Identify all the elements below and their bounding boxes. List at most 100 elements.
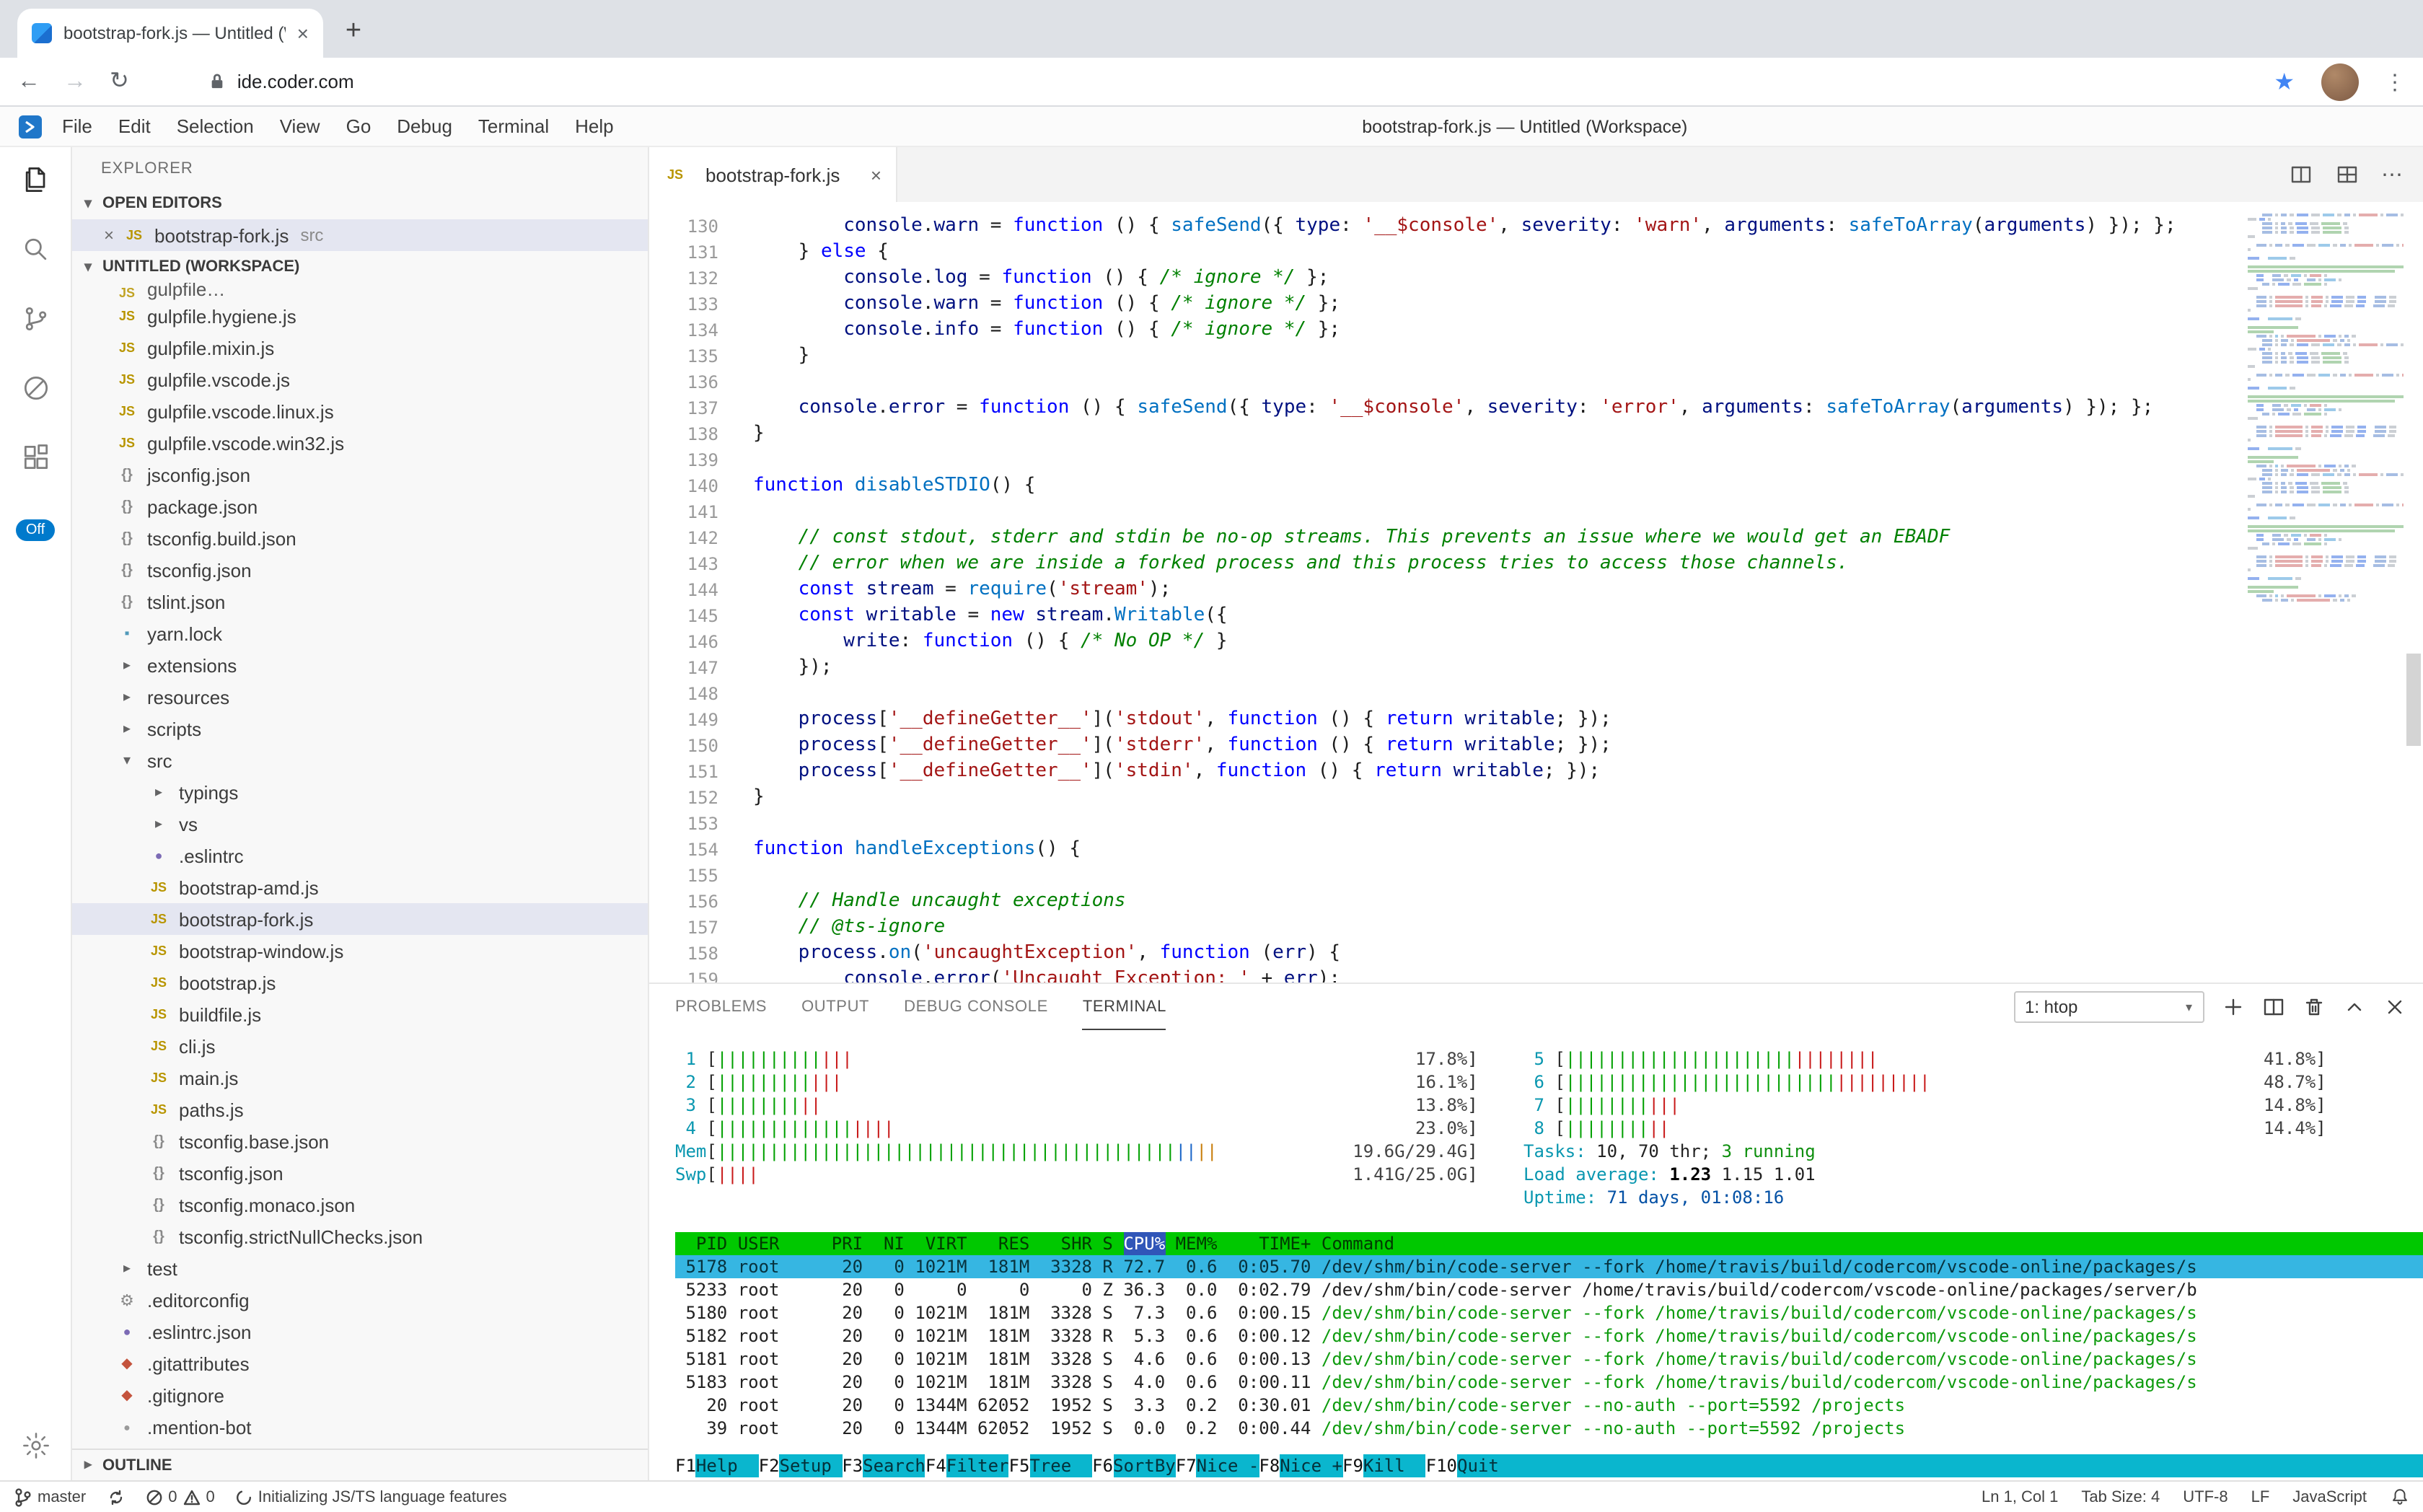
problems-item[interactable]: 0 0: [145, 1488, 215, 1506]
open-editor-item[interactable]: × JS bootstrap-fork.js src: [72, 219, 648, 251]
panel-tab-problems[interactable]: PROBLEMS: [675, 984, 767, 1030]
tree-item[interactable]: JSpaths.js: [72, 1094, 648, 1125]
outline-header[interactable]: ▸ OUTLINE: [72, 1449, 648, 1480]
layout-icon[interactable]: [2335, 163, 2358, 186]
code-editor[interactable]: 130 console.warn = function () { safeSen…: [649, 202, 2423, 983]
terminal-select[interactable]: 1: htop ▾: [2013, 991, 2204, 1023]
tree-item[interactable]: ●.eslintrc.json: [72, 1316, 648, 1348]
menu-view[interactable]: View: [267, 115, 333, 137]
off-badge[interactable]: Off: [16, 519, 55, 541]
avatar[interactable]: [2321, 63, 2358, 100]
editor-tab[interactable]: JS bootstrap-fork.js ×: [649, 147, 897, 202]
scrollbar-thumb[interactable]: [2406, 654, 2420, 746]
tree-item[interactable]: {}tsconfig.json: [72, 554, 648, 586]
tree-item[interactable]: ⚙.editorconfig: [72, 1284, 648, 1316]
tree-item[interactable]: ▸typings: [72, 776, 648, 808]
tree-item[interactable]: {}tsconfig.monaco.json: [72, 1189, 648, 1221]
sort-column-header[interactable]: CPU%: [1123, 1232, 1165, 1255]
tree-item[interactable]: ▸resources: [72, 681, 648, 713]
bell-icon[interactable]: [2390, 1487, 2409, 1506]
open-editors-header[interactable]: ▾ OPEN EDITORS: [72, 188, 648, 219]
tree-item[interactable]: JSmain.js: [72, 1062, 648, 1094]
tree-item[interactable]: JSgulpfile.mixin.js: [72, 332, 648, 364]
tree-item[interactable]: {}tsconfig.build.json: [72, 522, 648, 554]
tree-item[interactable]: JSgulpfile.hygiene.js: [72, 300, 648, 332]
status-message[interactable]: Initializing JS/TS language features: [235, 1488, 507, 1506]
workspace-header[interactable]: ▾ UNTITLED (WORKSPACE): [72, 251, 648, 283]
tree-item[interactable]: {}jsconfig.json: [72, 459, 648, 491]
line-number: 142: [649, 525, 718, 551]
new-tab-button[interactable]: +: [335, 13, 372, 50]
debug-icon[interactable]: [19, 372, 51, 404]
encoding[interactable]: UTF-8: [2183, 1488, 2228, 1506]
editor-scrollbar[interactable]: [2403, 214, 2423, 983]
tree-item[interactable]: JScli.js: [72, 1030, 648, 1062]
tree-item[interactable]: {}tslint.json: [72, 586, 648, 617]
tree-item[interactable]: ▪yarn.lock: [72, 617, 648, 649]
menu-help[interactable]: Help: [562, 115, 627, 137]
tree-item[interactable]: {}tsconfig.json: [72, 1157, 648, 1189]
extensions-icon[interactable]: [19, 441, 51, 473]
panel-tab-output[interactable]: OUTPUT: [801, 984, 869, 1030]
tree-item[interactable]: JSgulpfile.vscode.win32.js: [72, 427, 648, 459]
tree-item[interactable]: ▸vs: [72, 808, 648, 840]
browser-tab[interactable]: bootstrap-fork.js — Untitled (W ×: [17, 9, 323, 58]
tree-item[interactable]: ●.eslintrc: [72, 840, 648, 871]
tree-item[interactable]: JSgulpfile.vscode.linux.js: [72, 395, 648, 427]
menu-terminal[interactable]: Terminal: [465, 115, 562, 137]
new-terminal-icon[interactable]: [2221, 995, 2244, 1019]
tree-item[interactable]: ◆.gitignore: [72, 1379, 648, 1411]
cursor-position[interactable]: Ln 1, Col 1: [1982, 1488, 2058, 1506]
minimap[interactable]: [2241, 214, 2403, 983]
branch-item[interactable]: master: [14, 1487, 86, 1507]
menu-go[interactable]: Go: [333, 115, 384, 137]
maximize-panel-icon[interactable]: [2342, 995, 2365, 1019]
menu-edit[interactable]: Edit: [105, 115, 164, 137]
tree-item-label: gulpfile.vscode.js: [147, 369, 290, 390]
explorer-icon[interactable]: [19, 164, 51, 196]
tree-item[interactable]: JSbuildfile.js: [72, 998, 648, 1030]
bookmark-star-icon[interactable]: ★: [2274, 67, 2295, 96]
tree-item[interactable]: ▸test: [72, 1252, 648, 1284]
tab-close-icon[interactable]: ×: [297, 22, 309, 45]
close-panel-icon[interactable]: [2383, 995, 2406, 1019]
menu-file[interactable]: File: [49, 115, 105, 137]
source-control-icon[interactable]: [19, 303, 51, 335]
menu-debug[interactable]: Debug: [384, 115, 465, 137]
url-bar[interactable]: ide.coder.com: [210, 71, 2251, 92]
tree-item[interactable]: JSbootstrap-amd.js: [72, 871, 648, 903]
panel-tab-debug-console[interactable]: DEBUG CONSOLE: [904, 984, 1048, 1030]
split-terminal-icon[interactable]: [2261, 995, 2285, 1019]
tree-item[interactable]: ◆.gitattributes: [72, 1348, 648, 1379]
back-icon[interactable]: ←: [17, 70, 40, 93]
tree-item[interactable]: {}tsconfig.base.json: [72, 1125, 648, 1157]
indentation[interactable]: Tab Size: 4: [2081, 1488, 2160, 1506]
menu-selection[interactable]: Selection: [164, 115, 267, 137]
eol[interactable]: LF: [2251, 1488, 2270, 1506]
settings-gear-icon[interactable]: [21, 1431, 50, 1460]
tree-item[interactable]: JSgulpfile.vscode.js: [72, 364, 648, 395]
tree-item[interactable]: {}tsconfig.strictNullChecks.json: [72, 1221, 648, 1252]
forward-icon[interactable]: →: [63, 70, 87, 93]
tree-item[interactable]: JSgulpfile…: [72, 283, 648, 300]
tree-item[interactable]: {}package.json: [72, 491, 648, 522]
more-actions-icon[interactable]: ⋯: [2381, 162, 2403, 188]
tree-item[interactable]: ▾src: [72, 744, 648, 776]
tree-item[interactable]: ●.mention-bot: [72, 1411, 648, 1443]
terminal[interactable]: 1 [||||||||||||| 17.8%] 5 [|||||||||||||…: [649, 1030, 2423, 1480]
reload-icon[interactable]: ↻: [110, 70, 129, 93]
close-tab-icon[interactable]: ×: [871, 164, 881, 185]
tree-item[interactable]: JSbootstrap-fork.js: [72, 903, 648, 935]
tree-item[interactable]: ▸scripts: [72, 713, 648, 744]
kill-terminal-icon[interactable]: [2302, 995, 2325, 1019]
search-icon[interactable]: [19, 234, 51, 265]
sync-icon[interactable]: [106, 1488, 125, 1506]
tree-item[interactable]: JSbootstrap.js: [72, 967, 648, 998]
language-mode[interactable]: JavaScript: [2292, 1488, 2367, 1506]
split-editor-icon[interactable]: [2289, 163, 2312, 186]
tree-item[interactable]: JSbootstrap-window.js: [72, 935, 648, 967]
tree-item[interactable]: ▸extensions: [72, 649, 648, 681]
browser-menu-icon[interactable]: ⋮: [2384, 69, 2406, 94]
close-icon[interactable]: ×: [104, 225, 114, 245]
panel-tab-terminal[interactable]: TERMINAL: [1083, 984, 1166, 1030]
